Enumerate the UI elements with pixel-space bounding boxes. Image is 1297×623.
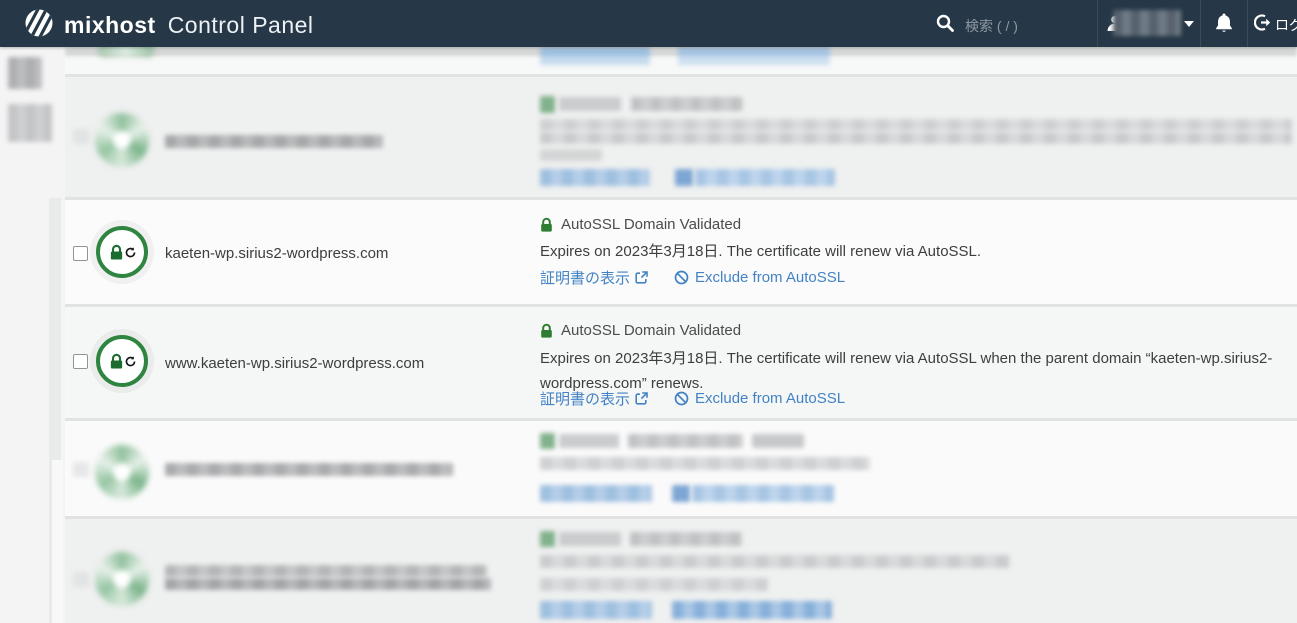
redacted-status-lock [540,433,555,449]
ban-icon [674,270,689,285]
bell-icon[interactable] [1214,12,1234,38]
global-search[interactable]: 検索 ( / ) [936,14,1018,37]
redacted-text [752,434,804,448]
external-link-icon [635,392,648,405]
redacted-domain [165,135,383,148]
redacted-text [540,149,602,161]
redacted-link[interactable] [692,485,834,502]
brand-suffix: Control Panel [168,12,314,39]
redacted-domain [165,578,491,590]
sync-icon [125,247,136,258]
mixhost-logo-icon [24,8,54,43]
redacted-domain [165,463,453,476]
redacted-text [540,132,1292,144]
redacted-checkbox[interactable] [73,462,89,477]
lock-icon [540,217,553,233]
search-placeholder: 検索 ( / ) [965,16,1018,36]
redacted-link[interactable] [672,601,832,619]
redacted-link[interactable] [540,169,650,186]
autossl-secured-icon [96,226,148,278]
ban-icon [674,391,689,406]
search-icon [936,14,954,37]
redacted-autossl-icon [95,552,149,606]
expiry-text: Expires on 2023年3月18日. The certificate w… [540,239,1290,264]
nav-divider [1200,0,1201,47]
ssl-domain-row-partial [65,47,1297,74]
redacted-sidebar-icon[interactable] [8,57,42,89]
redacted-autossl-icon [95,445,149,499]
view-certificate-label: 証明書の表示 [540,267,630,288]
lock-icon [540,323,553,339]
redacted-status-lock [540,96,555,113]
redacted-checkbox[interactable] [73,572,89,587]
domain-name: kaeten-wp.sirius2-wordpress.com [165,245,388,262]
nav-divider [1097,0,1098,47]
redacted-checkbox[interactable] [73,129,89,144]
redacted-text [559,532,621,546]
domain-checkbox[interactable] [73,354,88,369]
redacted-domain [165,565,487,577]
left-sidebar [0,47,65,623]
sign-out-icon [1254,14,1271,36]
logout-button[interactable]: ログアウト [1254,14,1297,36]
exclude-autossl-link[interactable]: Exclude from AutoSSL [674,269,845,286]
redacted-text [628,434,743,448]
ssl-status: AutoSSL Domain Validated [540,322,741,339]
view-certificate-label: 証明書の表示 [540,388,630,409]
view-certificate-link[interactable]: 証明書の表示 [540,267,648,288]
redacted-sidebar-icon[interactable] [8,104,52,142]
chevron-down-icon[interactable] [1184,21,1194,27]
ssl-status-label: AutoSSL Domain Validated [561,216,741,233]
redacted-text [540,555,1010,568]
ssl-status-list: kaeten-wp.sirius2-wordpress.com AutoSSL … [65,47,1297,623]
ssl-status-label: AutoSSL Domain Validated [561,322,741,339]
brand-name: mixhost [64,12,156,39]
redacted-link[interactable] [678,47,830,65]
redacted-text [540,119,1292,131]
exclude-autossl-label: Exclude from AutoSSL [695,390,845,407]
redacted-text [631,97,743,111]
redacted-autossl-icon [95,113,149,167]
ssl-domain-row-redacted [65,519,1297,623]
ssl-domain-row: www.kaeten-wp.sirius2-wordpress.com Auto… [65,307,1297,418]
view-certificate-link[interactable]: 証明書の表示 [540,388,648,409]
sync-icon [125,356,136,367]
brand[interactable]: mixhost Control Panel [24,8,314,43]
ssl-domain-row-redacted [65,421,1297,516]
external-link-icon [635,271,648,284]
redacted-text [559,97,621,111]
redacted-text [540,578,768,591]
redacted-link[interactable] [540,601,652,619]
logout-label: ログアウト [1275,15,1297,35]
domain-name: www.kaeten-wp.sirius2-wordpress.com [165,355,424,372]
redacted-link-icon[interactable] [675,169,693,186]
top-navbar: mixhost Control Panel 検索 ( / ) [0,0,1297,47]
ssl-status: AutoSSL Domain Validated [540,216,741,233]
exclude-autossl-label: Exclude from AutoSSL [695,269,845,286]
redacted-link[interactable] [540,47,650,65]
nav-divider [1247,0,1248,47]
redacted-link[interactable] [540,485,652,502]
ssl-domain-row: kaeten-wp.sirius2-wordpress.com AutoSSL … [65,200,1297,304]
redacted-text [630,532,742,546]
domain-checkbox[interactable] [73,246,88,261]
redacted-username[interactable] [1113,10,1181,36]
redacted-text [540,457,870,470]
redacted-status-lock [540,531,555,547]
ssl-domain-row-redacted [65,77,1297,197]
redacted-link-icon[interactable] [672,485,690,502]
exclude-autossl-link[interactable]: Exclude from AutoSSL [674,390,845,407]
redacted-text [559,434,619,448]
sidebar-scrollbar-thumb[interactable] [52,460,63,623]
autossl-secured-icon [96,335,148,387]
redacted-link[interactable] [695,169,835,186]
